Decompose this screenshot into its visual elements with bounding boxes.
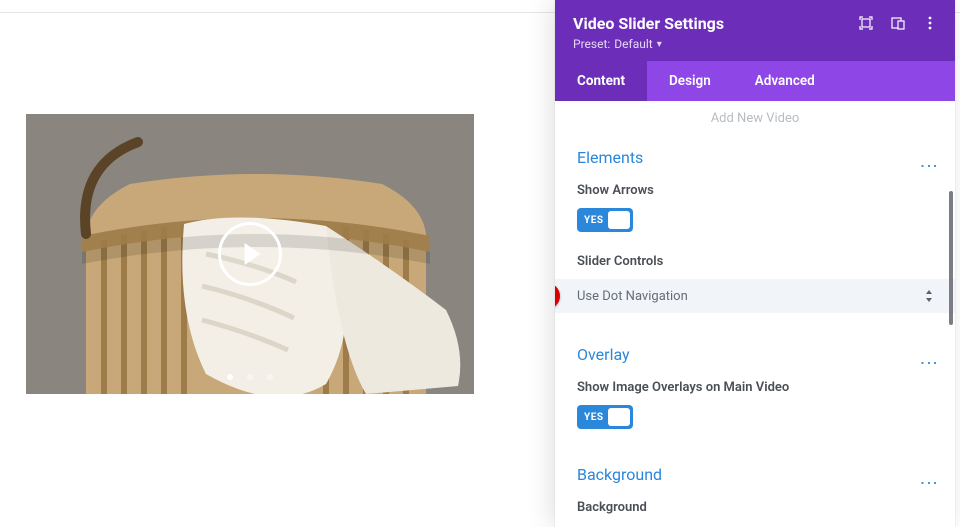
add-new-video-button[interactable]: Add New Video: [555, 101, 955, 148]
slider-controls-select[interactable]: 1 Use Dot Navigation: [555, 279, 955, 313]
preset-selector[interactable]: Preset: Default ▾: [573, 37, 937, 51]
section-overlay: Overlay ⋮ Show Image Overlays on Main Vi…: [555, 341, 955, 461]
panel-title: Video Slider Settings: [573, 14, 724, 33]
panel-body: Add New Video Elements ⋮ Show Arrows YES…: [555, 101, 955, 527]
section-title: Overlay: [577, 345, 630, 364]
tab-content[interactable]: Content: [555, 61, 647, 101]
section-elements: Elements ⋮ Show Arrows YES Slider Contro…: [555, 148, 955, 341]
toggle-state: YES: [584, 412, 603, 423]
caret-down-icon: ▾: [657, 39, 662, 50]
slider-dot[interactable]: [227, 374, 233, 380]
toggle-knob: [608, 211, 630, 229]
show-arrows-toggle[interactable]: YES: [577, 208, 633, 232]
settings-panel: Video Slider Settings Preset: Default ▾: [555, 0, 955, 527]
responsive-icon[interactable]: [891, 16, 905, 30]
preset-value: Default: [614, 37, 652, 51]
toggle-state: YES: [584, 215, 603, 226]
field-label: Show Arrows: [577, 183, 933, 198]
tab-design[interactable]: Design: [647, 61, 733, 101]
slider-dot[interactable]: [267, 374, 273, 380]
slider-dots: [227, 374, 273, 380]
hover-target-icon[interactable]: [859, 16, 873, 30]
field-label: Show Image Overlays on Main Video: [577, 380, 933, 395]
section-title: Elements: [577, 148, 643, 167]
tab-advanced[interactable]: Advanced: [733, 61, 837, 101]
panel-header: Video Slider Settings Preset: Default ▾: [555, 0, 955, 61]
step-badge-1: 1: [555, 283, 560, 309]
more-menu-icon[interactable]: [923, 16, 937, 30]
field-label: Background: [577, 500, 933, 515]
slider-dot[interactable]: [247, 374, 253, 380]
scrollbar-thumb[interactable]: [949, 191, 953, 325]
video-preview: [26, 114, 474, 394]
section-menu-icon[interactable]: ⋮: [923, 354, 933, 371]
play-button[interactable]: [218, 222, 282, 286]
show-overlays-toggle[interactable]: YES: [577, 405, 633, 429]
select-value: Use Dot Navigation: [577, 289, 688, 304]
section-background: Background ⋮ Background: [555, 461, 955, 515]
panel-tabs: Content Design Advanced: [555, 61, 955, 101]
sort-icon: [925, 290, 933, 303]
section-menu-icon[interactable]: ⋮: [923, 157, 933, 174]
preset-prefix: Preset:: [573, 37, 610, 51]
field-label: Slider Controls: [577, 254, 933, 269]
section-title: Background: [577, 465, 662, 484]
section-menu-icon[interactable]: ⋮: [923, 474, 933, 491]
toggle-knob: [608, 408, 630, 426]
